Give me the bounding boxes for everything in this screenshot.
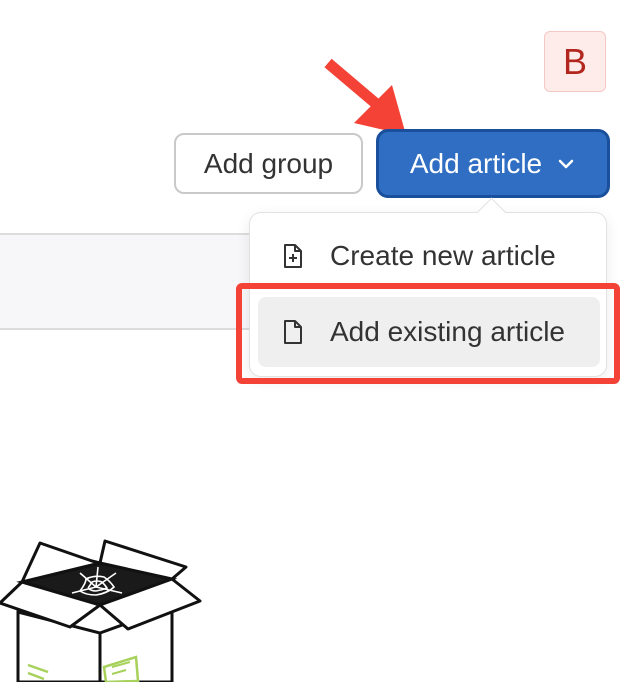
empty-box-illustration	[0, 539, 202, 682]
menu-item-create-new-article[interactable]: Create new article	[258, 221, 600, 291]
page: B Add group Add article Create new artic…	[0, 0, 638, 682]
avatar-initial: B	[562, 40, 587, 82]
file-plus-icon	[282, 243, 304, 269]
file-icon	[282, 319, 304, 345]
content-panel	[0, 233, 260, 330]
menu-item-add-existing-article[interactable]: Add existing article	[258, 297, 600, 367]
chevron-down-icon	[556, 154, 576, 174]
menu-item-label: Create new article	[330, 240, 556, 271]
add-group-button[interactable]: Add group	[174, 133, 363, 194]
add-article-button[interactable]: Add article	[376, 129, 610, 198]
menu-item-label: Add existing article	[330, 316, 566, 347]
add-article-label: Add article	[409, 147, 543, 179]
add-group-label: Add group	[203, 147, 334, 179]
avatar[interactable]: B	[544, 31, 606, 92]
